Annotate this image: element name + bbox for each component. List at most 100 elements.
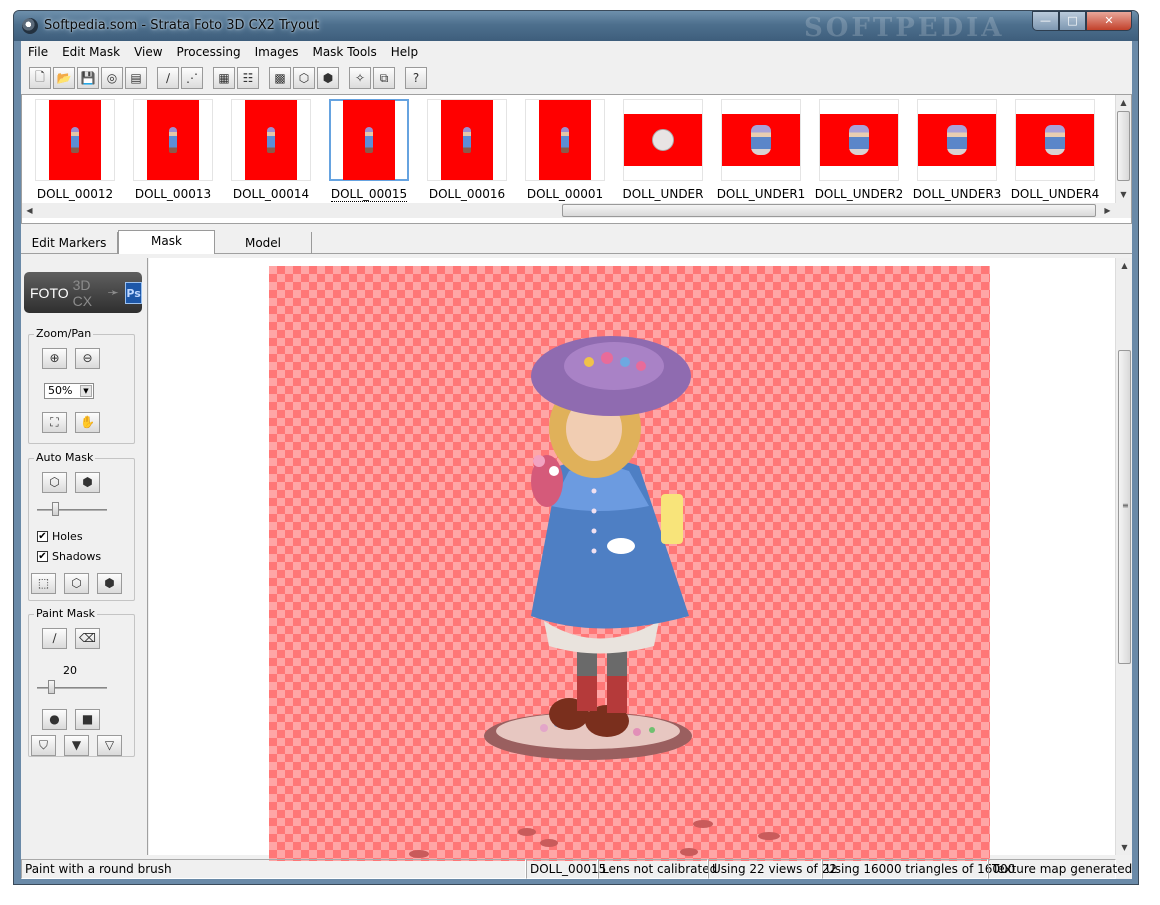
- thumbnail-item[interactable]: DOLL_UNDER3: [908, 99, 1006, 203]
- thumbnail-image[interactable]: [35, 99, 115, 181]
- thumbnail-label: DOLL_00014: [232, 187, 310, 201]
- select-rect-button[interactable]: ⬚: [31, 573, 56, 594]
- thumbnail-item[interactable]: DOLL_00016: [418, 99, 516, 203]
- mesh-icon[interactable]: ✧: [349, 67, 371, 89]
- shadows-checkbox[interactable]: ✔: [37, 551, 48, 562]
- mask-subtract-button[interactable]: ⬢: [97, 573, 122, 594]
- canvas-scroll-up-icon[interactable]: ▲: [1117, 258, 1132, 273]
- mask-clear-button[interactable]: ▽: [97, 735, 122, 756]
- wand-icon[interactable]: ⋰: [181, 67, 203, 89]
- menu-bar: File Edit Mask View Processing Images Ma…: [21, 41, 1132, 63]
- thumbnail-item[interactable]: DOLL_00012: [26, 99, 124, 203]
- thumbnail-image[interactable]: [329, 99, 409, 181]
- doll-figurine-image: [409, 336, 780, 858]
- auto-mask-slider-knob[interactable]: [51, 502, 59, 516]
- auto-mask-cube-x-button[interactable]: ⬢: [75, 472, 100, 493]
- holes-checkbox[interactable]: ✔: [37, 531, 48, 542]
- close-button[interactable]: ✕: [1086, 11, 1132, 31]
- thumbnail-item[interactable]: DOLL_00013: [124, 99, 222, 203]
- thumbnail-image[interactable]: [133, 99, 213, 181]
- thumbnail-image[interactable]: [1015, 99, 1095, 181]
- zoom-select[interactable]: 50% ▼: [44, 383, 94, 399]
- eraser-button[interactable]: ⌫: [75, 628, 100, 649]
- thumbnail-item[interactable]: DOLL_UNDER: [614, 99, 712, 203]
- open-icon[interactable]: 📂: [53, 67, 75, 89]
- canvas-vscroll-thumb[interactable]: ≡: [1118, 350, 1131, 664]
- cube-icon[interactable]: ⬡: [293, 67, 315, 89]
- target-icon[interactable]: ◎: [101, 67, 123, 89]
- pan-hand-button[interactable]: ✋: [75, 412, 100, 433]
- thumbnail-image[interactable]: [623, 99, 703, 181]
- thumbnail-strip: DOLL_00012 DOLL_00013 DOLL_00014 DOLL_00015…: [21, 94, 1132, 224]
- app-icon[interactable]: [22, 18, 38, 34]
- menu-images[interactable]: Images: [248, 41, 306, 63]
- thumbnail-item[interactable]: DOLL_00001: [516, 99, 614, 203]
- doll-preview-icon: [561, 127, 569, 153]
- mask-canvas-area[interactable]: ▲ ≡ ▼: [149, 258, 1132, 861]
- thumbnail-image[interactable]: [721, 99, 801, 181]
- fill-bucket-button[interactable]: ⛉: [31, 735, 56, 756]
- properties-icon[interactable]: ▤: [125, 67, 147, 89]
- mask-fill-button[interactable]: ▼: [64, 735, 89, 756]
- menu-mask-tools[interactable]: Mask Tools: [305, 41, 383, 63]
- thumbnail-hscroll[interactable]: ◀ ▶: [22, 203, 1131, 218]
- menu-edit-mask[interactable]: Edit Mask: [55, 41, 127, 63]
- thumbnail-item[interactable]: DOLL_UNDER1: [712, 99, 810, 203]
- menu-help[interactable]: Help: [384, 41, 425, 63]
- menu-view[interactable]: View: [127, 41, 169, 63]
- zoom-out-button[interactable]: ⊖: [75, 348, 100, 369]
- grid-view-icon[interactable]: ▦: [213, 67, 235, 89]
- tab-model[interactable]: Model: [215, 232, 312, 254]
- auto-mask-slider[interactable]: [37, 509, 107, 511]
- thumbnail-vscroll[interactable]: ▲ ▼: [1115, 95, 1131, 203]
- tab-mask[interactable]: Mask: [118, 230, 215, 254]
- new-icon[interactable]: 🗋: [29, 67, 51, 89]
- paint-brush-button[interactable]: ∕: [42, 628, 67, 649]
- maximize-button[interactable]: □: [1059, 11, 1086, 31]
- fit-view-button[interactable]: ⛶: [42, 412, 67, 433]
- thumbnail-hscroll-thumb[interactable]: [562, 204, 1096, 217]
- thumbnail-image[interactable]: [525, 99, 605, 181]
- list-view-icon[interactable]: ☷: [237, 67, 259, 89]
- scroll-left-icon[interactable]: ◀: [22, 203, 37, 218]
- thumbnail-image[interactable]: [917, 99, 997, 181]
- thumbnail-item[interactable]: DOLL_00015: [320, 99, 418, 203]
- scroll-up-icon[interactable]: ▲: [1116, 95, 1131, 110]
- status-views: Using 22 views of 22: [708, 859, 837, 879]
- thumbnail-image[interactable]: [819, 99, 899, 181]
- checker-icon[interactable]: ▩: [269, 67, 291, 89]
- cube-solid-icon[interactable]: ⬢: [317, 67, 339, 89]
- zoom-in-button[interactable]: ⊕: [42, 348, 67, 369]
- help-icon[interactable]: ?: [405, 67, 427, 89]
- mask-add-button[interactable]: ⬡: [64, 573, 89, 594]
- menu-file[interactable]: File: [21, 41, 55, 63]
- brush-icon[interactable]: ∕: [157, 67, 179, 89]
- thumbnail-image[interactable]: [427, 99, 507, 181]
- chevron-down-icon[interactable]: ▼: [80, 385, 92, 397]
- thumbnail-image[interactable]: [231, 99, 311, 181]
- export-icon[interactable]: ⧉: [373, 67, 395, 89]
- canvas-scroll-down-icon[interactable]: ▼: [1117, 840, 1132, 855]
- thumbnail-item[interactable]: DOLL_UNDER4: [1006, 99, 1104, 203]
- square-brush-button[interactable]: ■: [75, 709, 100, 730]
- tab-edit-markers[interactable]: Edit Markers: [21, 232, 118, 254]
- auto-mask-cube-button[interactable]: ⬡: [42, 472, 67, 493]
- round-brush-button[interactable]: ●: [42, 709, 67, 730]
- mask-canvas[interactable]: [269, 266, 990, 861]
- watermark: SOFTPEDIA: [804, 13, 1005, 43]
- scroll-down-icon[interactable]: ▼: [1116, 187, 1131, 202]
- doll-preview-icon: [267, 127, 275, 153]
- title-bar[interactable]: Softpedia.som - Strata Foto 3D CX2 Tryou…: [14, 11, 1138, 43]
- menu-processing[interactable]: Processing: [170, 41, 248, 63]
- save-icon[interactable]: 💾: [77, 67, 99, 89]
- thumbnail-item[interactable]: DOLL_UNDER2: [810, 99, 908, 203]
- canvas-vscroll[interactable]: ▲ ≡ ▼: [1115, 258, 1132, 855]
- brush-size-slider-knob[interactable]: [48, 680, 55, 694]
- minimize-button[interactable]: —: [1032, 11, 1059, 31]
- thumbnail-vscroll-thumb[interactable]: [1117, 111, 1130, 181]
- scroll-right-icon[interactable]: ▶: [1100, 203, 1115, 218]
- status-lens: Lens not calibrated: [598, 859, 717, 879]
- mask-preview: [1016, 114, 1094, 166]
- holes-label: Holes: [52, 530, 83, 543]
- thumbnail-item[interactable]: DOLL_00014: [222, 99, 320, 203]
